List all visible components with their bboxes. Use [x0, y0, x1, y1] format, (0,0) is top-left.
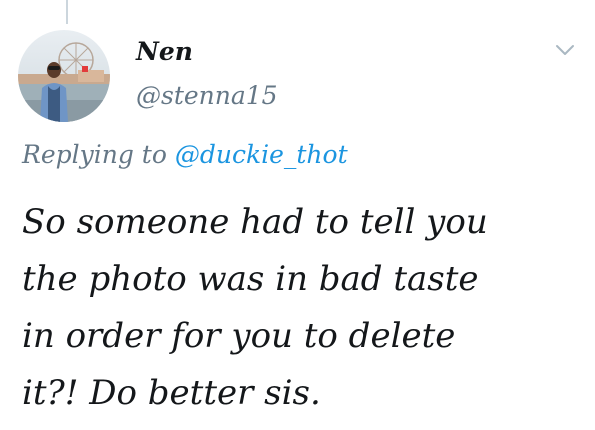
tweet-text-line: it?! Do better sis.	[22, 373, 321, 413]
chevron-down-icon	[556, 45, 574, 55]
avatar[interactable]	[18, 30, 110, 122]
tweet-text-line: the photo was in bad taste	[22, 259, 479, 299]
tweet-text: So someone had to tell you the photo was…	[22, 194, 587, 422]
tweet-text-line: in order for you to delete	[22, 316, 456, 356]
tweet-text-line: So someone had to tell you	[22, 202, 488, 242]
replying-to-label: Replying to	[22, 140, 167, 169]
thread-connector-line	[66, 0, 68, 24]
replying-to: Replying to @duckie_thot	[22, 138, 348, 172]
profile-photo-icon	[18, 30, 110, 122]
reply-mention-link[interactable]: @duckie_thot	[175, 140, 348, 169]
tweet-menu-button[interactable]	[552, 40, 578, 60]
display-name[interactable]: Nen	[136, 36, 193, 68]
user-handle[interactable]: @stenna15	[136, 80, 278, 112]
